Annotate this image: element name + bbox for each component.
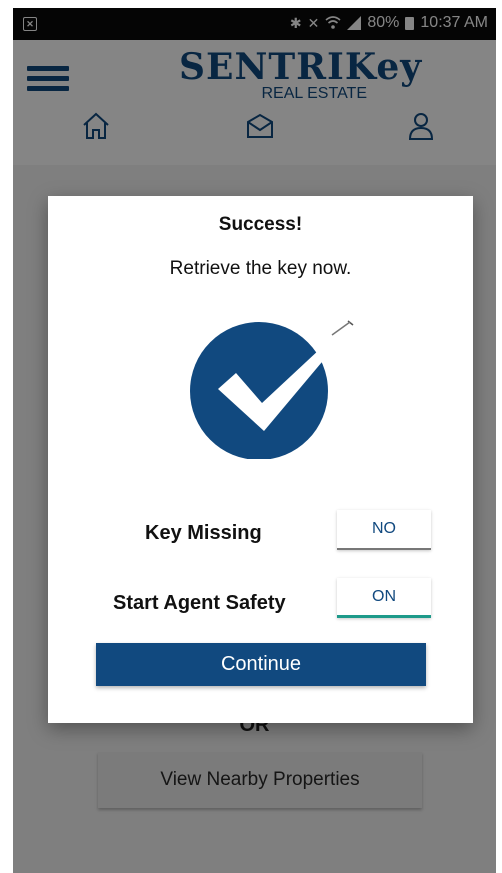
agent-safety-label: Start Agent Safety — [113, 592, 286, 614]
dialog-message: Retrieve the key now. — [169, 258, 352, 279]
success-dialog: Success! Retrieve the key now. Key Missi… — [48, 196, 473, 723]
device-screen: ✕ ✱ ✕ 80% 10:37 AM SENTRIKey REAL ESTATE — [13, 8, 496, 873]
agent-safety-toggle[interactable]: ON — [337, 578, 431, 618]
key-missing-toggle[interactable]: NO — [337, 510, 431, 550]
dialog-title: Success! — [218, 214, 303, 235]
checkmark-icon — [190, 320, 354, 459]
continue-button[interactable]: Continue — [96, 643, 426, 686]
key-missing-label: Key Missing — [145, 522, 262, 544]
